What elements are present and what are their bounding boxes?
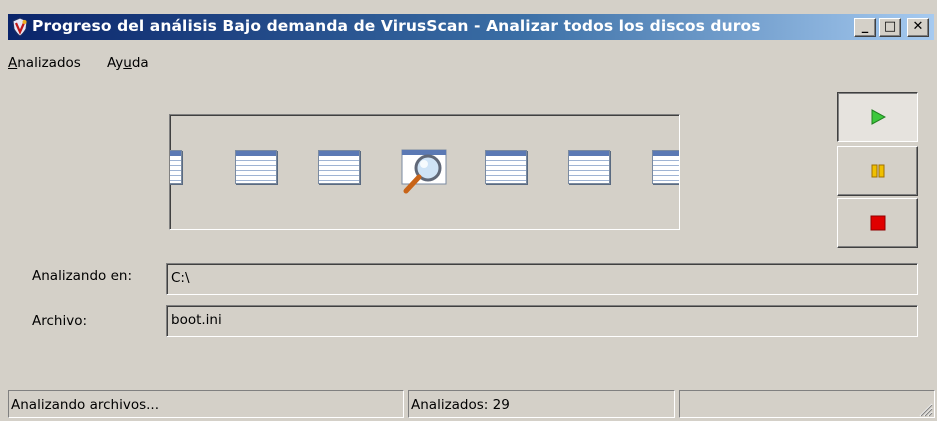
file-label: Archivo:	[32, 313, 88, 329]
status-state: Analizando archivos...	[8, 390, 404, 418]
virusscan-progress-window: Progreso del análisis Bajo demanda de Vi…	[0, 0, 937, 421]
window-title: Progreso del análisis Bajo demanda de Vi…	[32, 17, 761, 35]
status-extra	[679, 390, 935, 418]
pause-icon	[871, 164, 884, 178]
play-icon	[871, 109, 886, 125]
start-scan-button[interactable]	[837, 92, 918, 142]
document-icon	[318, 150, 360, 184]
document-icon	[652, 150, 679, 184]
menu-bar: Analizados Ayuda	[8, 55, 171, 75]
title-bar[interactable]: Progreso del análisis Bajo demanda de Vi…	[8, 14, 934, 40]
stop-icon	[870, 215, 885, 231]
current-file-field: boot.ini	[166, 305, 918, 337]
virusscan-shield-icon	[12, 17, 28, 37]
scanning-location-field: C:\	[166, 263, 918, 295]
maximize-button[interactable]: □	[879, 18, 901, 37]
resize-grip-icon[interactable]	[917, 401, 933, 417]
status-scanned-count: Analizados: 29	[408, 390, 675, 418]
pause-scan-button[interactable]	[837, 146, 918, 196]
document-icon	[568, 150, 610, 184]
magnifier-icon	[401, 149, 447, 194]
menu-analizados[interactable]: Analizados	[8, 55, 81, 71]
document-icon	[235, 150, 277, 184]
document-icon	[485, 150, 527, 184]
scanning-label: Analizando en:	[32, 268, 133, 284]
minimize-button[interactable]: _	[854, 18, 876, 37]
document-icon	[170, 150, 182, 184]
stop-scan-button[interactable]	[837, 198, 918, 248]
menu-ayuda[interactable]: Ayuda	[107, 55, 149, 71]
scan-animation-panel	[169, 114, 680, 230]
close-button[interactable]: ✕	[907, 18, 929, 37]
